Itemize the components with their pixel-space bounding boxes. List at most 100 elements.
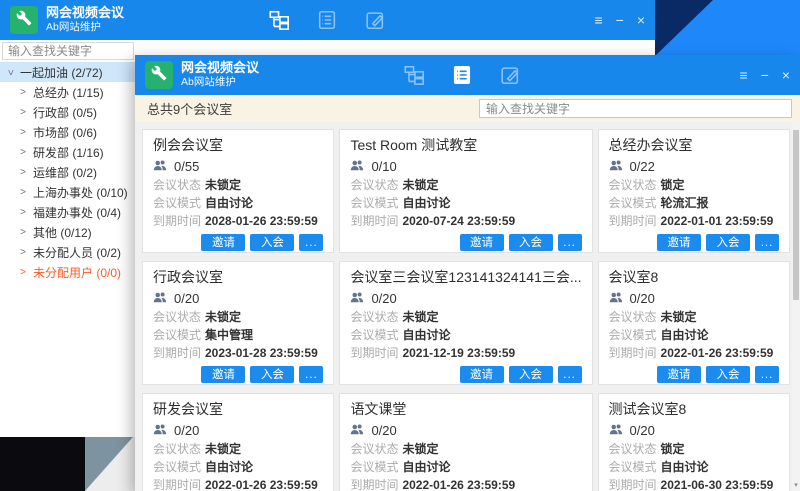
- close-button[interactable]: ×: [637, 0, 645, 40]
- chevron-icon: >: [18, 167, 28, 178]
- occupancy-count: 0/20: [630, 423, 655, 438]
- tree-item[interactable]: > 市场部 (0/6): [0, 122, 135, 142]
- mode-row: 会议模式 自由讨论: [609, 460, 779, 474]
- tree-item[interactable]: > 上海办事处 (0/10): [0, 182, 135, 202]
- meeting-list-icon[interactable]: [451, 64, 473, 86]
- occupancy-row: 0/20: [153, 291, 323, 306]
- status-label: 会议状态: [609, 442, 661, 456]
- invite-button[interactable]: 邀请: [657, 234, 701, 251]
- chevron-icon: >: [18, 267, 28, 278]
- chevron-icon: >: [18, 87, 28, 98]
- mode-value: 自由讨论: [661, 328, 709, 342]
- status-row: 会议状态 未锁定: [350, 310, 581, 324]
- occupancy-count: 0/55: [174, 159, 199, 174]
- expire-label: 到期时间: [153, 346, 205, 360]
- mode-value: 自由讨论: [205, 196, 253, 210]
- titlebar-toolbar: [268, 9, 386, 31]
- app-titles: 网会视频会议 Ab网站维护: [46, 4, 124, 34]
- edit-icon[interactable]: [364, 9, 386, 31]
- more-button[interactable]: ...: [299, 234, 323, 251]
- more-button[interactable]: ...: [755, 366, 779, 383]
- minimize-button[interactable]: −: [616, 0, 624, 40]
- occupancy-count: 0/22: [630, 159, 655, 174]
- expire-row: 到期时间 2022-01-26 23:59:59: [350, 478, 581, 491]
- tree-item[interactable]: > 其他 (0/12): [0, 222, 135, 242]
- room-name: 例会会议室: [153, 137, 323, 154]
- more-button[interactable]: ...: [558, 234, 582, 251]
- scroll-down-arrow[interactable]: ▾: [792, 482, 800, 490]
- menu-button[interactable]: ≡: [594, 0, 602, 40]
- room-name: Test Room 测试教室: [350, 137, 581, 154]
- expire-value: 2022-01-26 23:59:59: [205, 478, 318, 491]
- expire-row: 到期时间 2028-01-26 23:59:59: [153, 214, 323, 228]
- invite-button[interactable]: 邀请: [201, 234, 245, 251]
- mode-value: 自由讨论: [205, 460, 253, 474]
- join-button[interactable]: 入会: [250, 234, 294, 251]
- minimize-button[interactable]: −: [761, 55, 769, 95]
- org-chart-icon[interactable]: [403, 64, 425, 86]
- menu-button[interactable]: ≡: [739, 55, 747, 95]
- card-buttons: 邀请 入会 ...: [153, 234, 323, 251]
- tree-item[interactable]: > 一起加油 (2/72): [0, 62, 135, 82]
- join-button[interactable]: 入会: [509, 234, 553, 251]
- tree-item[interactable]: > 行政部 (0/5): [0, 102, 135, 122]
- meeting-room-card: 行政会议室 0/20 会议状态 未锁定 会议模式 集中管理 到期时间 2023-…: [142, 261, 334, 385]
- invite-button[interactable]: 邀请: [657, 366, 701, 383]
- mode-value: 自由讨论: [661, 460, 709, 474]
- occupancy-row: 0/20: [609, 291, 779, 306]
- status-row: 会议状态 未锁定: [153, 310, 323, 324]
- close-button[interactable]: ×: [782, 55, 790, 95]
- meeting-room-card: 例会会议室 0/55 会议状态 未锁定 会议模式 自由讨论 到期时间 2028-…: [142, 129, 334, 253]
- mode-label: 会议模式: [350, 328, 402, 342]
- tree-item[interactable]: > 未分配人员 (0/2): [0, 242, 135, 262]
- expire-row: 到期时间 2022-01-26 23:59:59: [153, 478, 323, 491]
- status-value: 未锁定: [205, 442, 241, 456]
- more-button[interactable]: ...: [299, 366, 323, 383]
- invite-button[interactable]: 邀请: [460, 366, 504, 383]
- tree-item[interactable]: > 总经办 (1/15): [0, 82, 135, 102]
- tree-item-label: 其他 (0/12): [33, 224, 92, 241]
- expire-label: 到期时间: [350, 346, 402, 360]
- mode-label: 会议模式: [350, 196, 402, 210]
- more-button[interactable]: ...: [558, 366, 582, 383]
- more-button[interactable]: ...: [755, 234, 779, 251]
- join-button[interactable]: 入会: [706, 366, 750, 383]
- wallpaper-dark-area: [0, 437, 85, 491]
- status-label: 会议状态: [350, 310, 402, 324]
- room-name: 会议室8: [609, 269, 779, 286]
- occupancy-count: 0/20: [371, 423, 396, 438]
- status-value: 未锁定: [402, 178, 438, 192]
- occupancy-count: 0/20: [174, 291, 199, 306]
- invite-button[interactable]: 邀请: [460, 234, 504, 251]
- contact-search-input[interactable]: [2, 42, 134, 60]
- window-controls: ≡ − ×: [739, 55, 790, 95]
- edit-icon[interactable]: [499, 64, 521, 86]
- tree-item[interactable]: > 未分配用户 (0/0): [0, 262, 135, 282]
- invite-button[interactable]: 邀请: [201, 366, 245, 383]
- tree-item-label: 一起加油 (2/72): [20, 64, 103, 81]
- join-button[interactable]: 入会: [706, 234, 750, 251]
- room-search-input[interactable]: [479, 99, 792, 118]
- participants-icon: [609, 423, 623, 439]
- card-buttons: 邀请 入会 ...: [609, 234, 779, 251]
- scrollbar-thumb[interactable]: [793, 130, 799, 300]
- org-chart-icon[interactable]: [268, 9, 290, 31]
- participants-icon: [153, 159, 167, 175]
- room-card-grid: 例会会议室 0/55 会议状态 未锁定 会议模式 自由讨论 到期时间 2028-…: [142, 129, 790, 491]
- participants-icon: [153, 423, 167, 439]
- meeting-list-icon[interactable]: [316, 9, 338, 31]
- join-button[interactable]: 入会: [250, 366, 294, 383]
- meeting-room-card: 会议室8 0/20 会议状态 未锁定 会议模式 自由讨论 到期时间 2022-0…: [598, 261, 790, 385]
- status-row: 会议状态 未锁定: [609, 310, 779, 324]
- vertical-scrollbar[interactable]: ▾: [792, 122, 800, 491]
- expire-value: 2023-01-28 23:59:59: [205, 346, 318, 360]
- participants-icon: [609, 159, 623, 175]
- expire-row: 到期时间 2022-01-26 23:59:59: [609, 346, 779, 360]
- room-name: 测试会议室8: [609, 401, 779, 418]
- tree-item-label: 运维部 (0/2): [33, 164, 97, 181]
- tree-item[interactable]: > 研发部 (1/16): [0, 142, 135, 162]
- tree-item[interactable]: > 福建办事处 (0/4): [0, 202, 135, 222]
- card-buttons: 邀请 入会 ...: [153, 366, 323, 383]
- tree-item[interactable]: > 运维部 (0/2): [0, 162, 135, 182]
- join-button[interactable]: 入会: [509, 366, 553, 383]
